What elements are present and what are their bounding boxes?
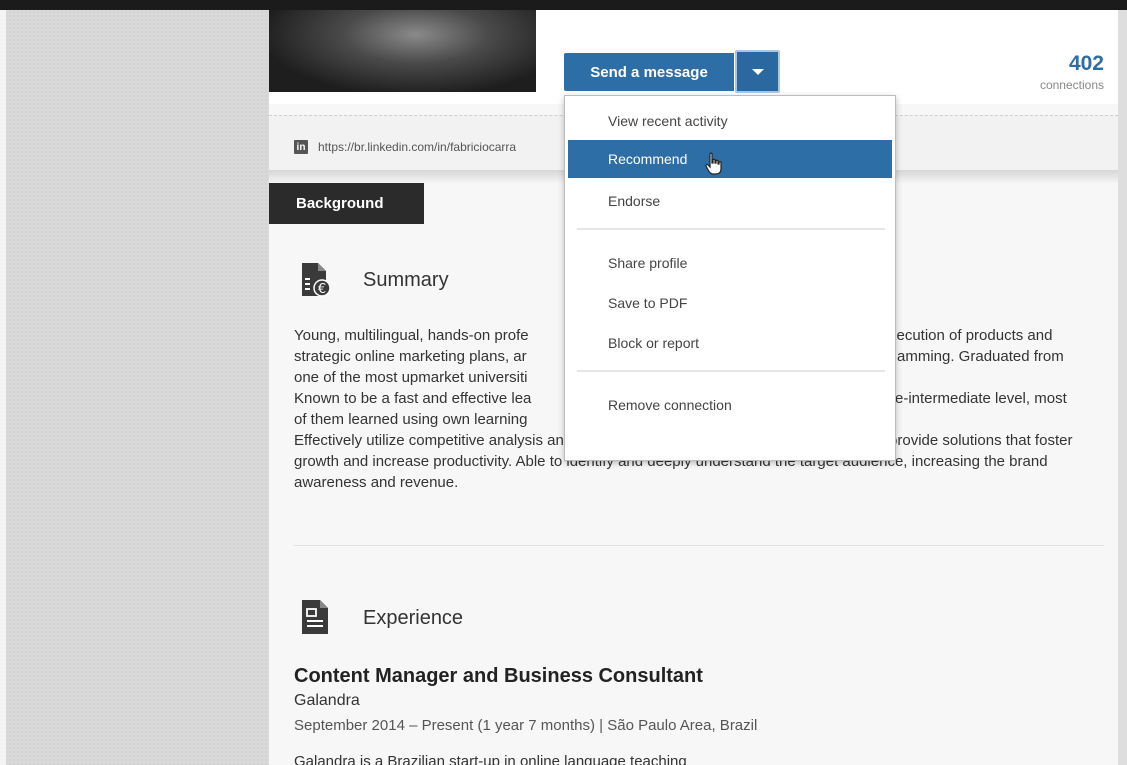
top-bar [0,0,1127,10]
section-divider [294,545,1104,546]
hand-pointer-icon [705,152,722,175]
job-dates-location: September 2014 – Present (1 year 7 month… [294,717,758,734]
profile-photo [269,10,536,92]
company-name[interactable]: Galandra [294,692,360,710]
job-title[interactable]: Content Manager and Business Consultant [294,665,703,688]
document-euro-icon: € [302,263,330,297]
menu-item-save-to-pdf[interactable]: Save to PDF [568,284,892,322]
more-actions-menu: View recent activity Recommend Endorse S… [564,95,896,461]
menu-divider [577,370,885,372]
linkedin-icon: in [294,140,308,154]
left-background [0,10,269,765]
menu-item-remove-connection[interactable]: Remove connection [568,386,892,424]
menu-item-view-recent-activity[interactable]: View recent activity [568,102,892,140]
menu-item-block-or-report[interactable]: Block or report [568,324,892,362]
svg-text:€: € [318,282,326,297]
left-edge [0,10,6,765]
profile-url-link[interactable]: https://br.linkedin.com/in/fabriciocarra [318,140,516,154]
summary-heading: Summary [363,269,449,291]
job-description: Galandra is a Brazilian start-up in onli… [294,753,687,765]
chevron-down-icon [751,68,764,75]
menu-item-endorse[interactable]: Endorse [568,182,892,220]
experience-heading: Experience [363,607,464,629]
menu-divider [577,228,885,230]
menu-item-share-profile[interactable]: Share profile [568,244,892,282]
right-edge [1118,10,1127,765]
more-actions-dropdown-button[interactable] [735,50,780,93]
connections-count[interactable]: 402 [1069,52,1104,76]
connections-label: connections [1039,78,1104,92]
menu-item-recommend[interactable]: Recommend [568,140,892,178]
send-message-button[interactable]: Send a message [564,53,734,91]
document-briefcase-icon [302,600,328,634]
tab-background[interactable]: Background [269,183,424,224]
